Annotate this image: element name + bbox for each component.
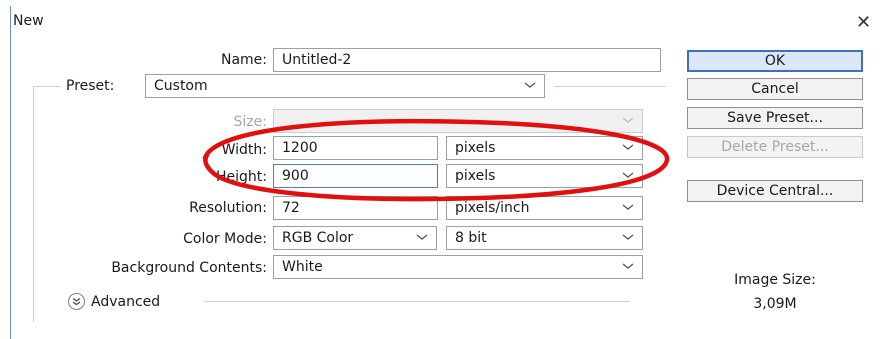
- resolution-label: Resolution:: [189, 200, 267, 216]
- background-label: Background Contents:: [111, 260, 267, 276]
- preset-group-border: [33, 86, 34, 322]
- device-central-button[interactable]: Device Central...: [687, 180, 863, 202]
- resolution-unit-select[interactable]: pixels/inch: [446, 196, 643, 220]
- chevron-down-icon: [622, 172, 634, 178]
- preset-label: Preset:: [66, 78, 115, 94]
- height-label: Height:: [216, 169, 267, 185]
- preset-value: Custom: [154, 78, 208, 94]
- name-label: Name:: [220, 52, 267, 68]
- chevron-down-icon: [524, 82, 536, 88]
- width-unit-select[interactable]: pixels: [446, 136, 643, 160]
- preset-select[interactable]: Custom: [145, 74, 545, 98]
- color-mode-value: RGB Color: [282, 230, 354, 246]
- expand-advanced-icon[interactable]: [68, 293, 85, 310]
- height-input[interactable]: 900: [273, 164, 438, 188]
- width-input[interactable]: 1200: [273, 136, 438, 160]
- width-unit-value: pixels: [455, 140, 496, 156]
- save-preset-button[interactable]: Save Preset...: [687, 107, 863, 129]
- preset-group-border: [554, 86, 666, 87]
- new-document-dialog: New ✕ Name: Untitled-2 Preset: Custom Si…: [0, 0, 883, 339]
- image-size-value: 3,09M: [753, 296, 797, 312]
- background-select[interactable]: White: [273, 255, 643, 279]
- color-mode-label: Color Mode:: [183, 231, 267, 247]
- chevron-down-icon: [622, 234, 634, 240]
- close-icon[interactable]: ✕: [856, 14, 871, 32]
- height-unit-value: pixels: [455, 168, 496, 184]
- width-label: Width:: [221, 142, 267, 158]
- chevron-down-icon: [622, 204, 634, 210]
- window-edge: [10, 6, 11, 339]
- color-mode-select[interactable]: RGB Color: [273, 226, 437, 250]
- height-unit-select[interactable]: pixels: [446, 164, 643, 188]
- ok-button[interactable]: OK: [687, 50, 863, 72]
- resolution-unit-value: pixels/inch: [455, 200, 530, 216]
- name-input[interactable]: Untitled-2: [273, 48, 661, 72]
- delete-preset-button[interactable]: Delete Preset...: [687, 136, 863, 158]
- chevron-down-icon: [622, 117, 634, 123]
- size-label: Size:: [233, 114, 267, 130]
- size-select[interactable]: [273, 109, 643, 133]
- advanced-label[interactable]: Advanced: [91, 294, 160, 310]
- bit-depth-value: 8 bit: [455, 230, 487, 246]
- background-value: White: [282, 259, 323, 275]
- image-size-label: Image Size:: [734, 272, 816, 288]
- preset-group-border: [33, 86, 61, 87]
- cancel-button[interactable]: Cancel: [687, 78, 863, 100]
- chevron-down-icon: [622, 144, 634, 150]
- chevron-down-icon: [622, 263, 634, 269]
- resolution-input[interactable]: 72: [273, 196, 438, 220]
- dialog-title: New: [13, 13, 44, 29]
- chevron-down-icon: [416, 234, 428, 240]
- advanced-divider: [204, 301, 630, 302]
- bit-depth-select[interactable]: 8 bit: [446, 226, 643, 250]
